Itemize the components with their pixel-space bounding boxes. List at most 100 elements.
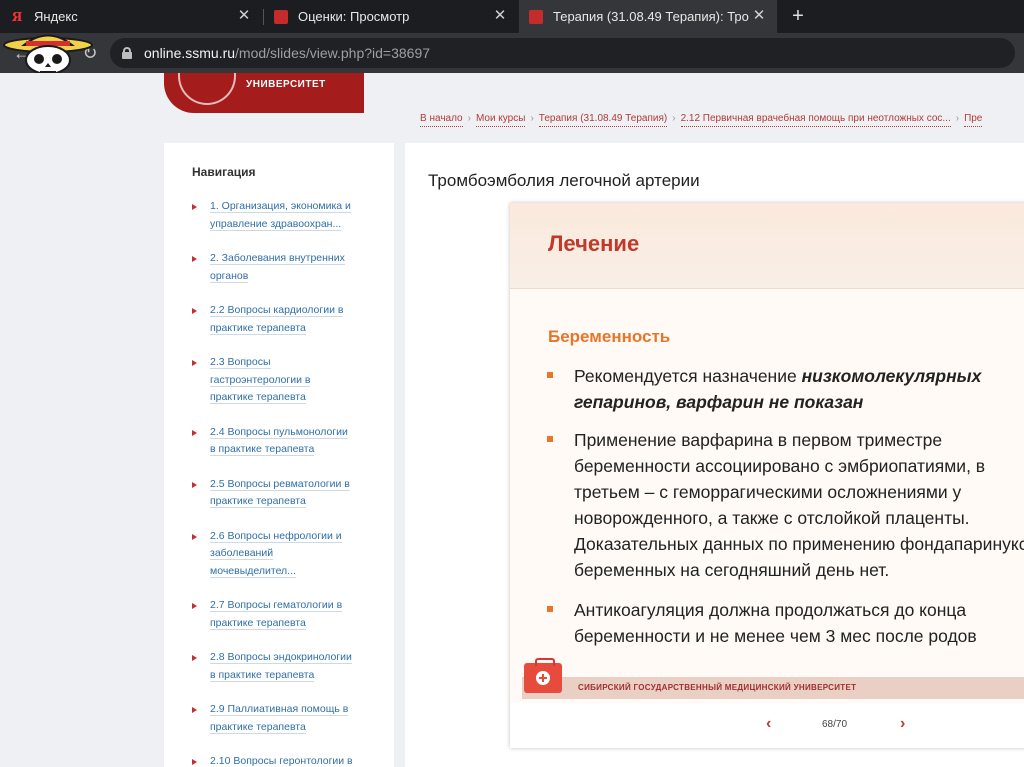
arrow-right-icon — [192, 759, 197, 765]
sidebar-item[interactable]: 2.8 Вопросы эндокринологии в практике тер… — [192, 649, 372, 684]
sidebar-item[interactable]: 2.10 Вопросы геронтологии в — [192, 753, 372, 767]
breadcrumb: В начало › Мои курсы › Терапия (31.08.49… — [420, 113, 1024, 127]
sidebar-item[interactable]: 2. Заболевания внутренних органов — [192, 250, 372, 285]
breadcrumb-separator: › — [672, 113, 676, 124]
sidebar-item-label: в практике терапевта — [210, 443, 315, 456]
slide-subtitle: Беременность — [548, 327, 671, 346]
close-icon[interactable]: ✕ — [751, 8, 767, 24]
slide-bullet: Применение варфарина в первом триместре б… — [547, 427, 1024, 583]
slide-bullet: Рекомендуется назначение низкомолекулярн… — [547, 363, 1024, 415]
arrow-right-icon — [192, 481, 197, 488]
url-input[interactable]: online.ssmu.ru/mod/slides/view.php?id=38… — [110, 38, 1015, 68]
arrow-right-icon — [192, 707, 197, 713]
sidebar-item-label: мочевыделител... — [210, 564, 296, 578]
arrow-right-icon — [192, 429, 197, 436]
tab-therapy[interactable]: Терапия (31.08.49 Терапия): Тро ✕ — [519, 0, 777, 33]
navigation-block: Навигация 1. Организация, экономика и упр… — [164, 143, 394, 767]
arrow-right-icon — [192, 204, 197, 210]
breadcrumb-separator: › — [955, 113, 960, 124]
next-slide-button[interactable]: › — [900, 715, 905, 733]
sidebar-item[interactable]: 1. Организация, экономика и управление зд… — [192, 198, 372, 233]
bullet-line: беременности и не менее чем 3 мес после … — [574, 626, 977, 646]
university-crest-icon — [274, 9, 288, 24]
sidebar-item-label: практике терапевта — [210, 720, 306, 734]
close-icon[interactable]: ✕ — [492, 8, 508, 24]
close-icon[interactable]: ✕ — [236, 8, 252, 24]
breadcrumb-current[interactable]: Пре — [964, 113, 983, 127]
sidebar-item[interactable]: 2.7 Вопросы гематологии в практике терапе… — [192, 597, 372, 632]
university-emblem-icon — [178, 73, 236, 105]
slide-page-number: 68/70 — [822, 719, 848, 730]
bullet-line: новорожденного, а также с отслойкой плац… — [574, 508, 970, 528]
sidebar-item-label: 2.8 Вопросы эндокринологии — [210, 651, 352, 664]
arrow-right-icon — [192, 308, 197, 314]
sidebar-item-label: 2.6 Вопросы нефрологии и — [210, 529, 342, 543]
bullet-line: третьем – с геморрагическими осложнениям… — [574, 482, 962, 502]
sidebar-item[interactable]: 2.5 Вопросы ревматологии в практике терап… — [192, 476, 372, 511]
sidebar-item-label: в практике терапевта — [210, 668, 315, 682]
sidebar-item-label: 2.10 Вопросы геронтологии в — [210, 755, 353, 767]
bullet-marker — [547, 436, 553, 442]
previous-slide-button[interactable]: ‹ — [766, 715, 771, 733]
bullet-line: беременности ассоциировано с эмбриопатия… — [574, 456, 986, 476]
slide-title: Лечение — [548, 231, 640, 256]
university-crest-icon — [529, 9, 543, 24]
sidebar-item-label: 1. Организация, экономика и — [210, 200, 351, 213]
breadcrumb-separator: › — [530, 113, 534, 124]
sidebar-item[interactable]: 2.2 Вопросы кардиологии в практике терапе… — [192, 302, 372, 337]
tab-title: Терапия (31.08.49 Терапия): Тро — [553, 9, 749, 24]
arrow-right-icon — [192, 655, 197, 661]
sidebar-item-label: 2.4 Вопросы пульмонологии — [210, 425, 348, 439]
breadcrumb-section[interactable]: 2.12 Первичная врачебная помощь при неот… — [680, 113, 951, 127]
sidebar-item-label: органов — [210, 269, 249, 283]
sidebar-item[interactable]: 2.4 Вопросы пульмонологии в практике тера… — [192, 424, 372, 459]
sidebar-item-label: практике терапевта — [210, 495, 306, 508]
page-title: Тромбоэмболия легочной артерии — [428, 171, 700, 190]
tab-title: Яндекс — [34, 9, 78, 24]
sidebar-item-label: практике терапевта — [210, 321, 306, 335]
slide-viewer: Лечение Беременность Рекомендуется назна… — [510, 203, 1024, 748]
page: УНИВЕРСИТЕТ В начало › Мои курсы › Терап… — [0, 73, 1024, 767]
university-name: УНИВЕРСИТЕТ — [246, 79, 326, 90]
slide-header: Лечение — [510, 203, 1024, 289]
sidebar-item[interactable]: 2.3 Вопросы гастроэнтерологии в практике т… — [192, 354, 372, 407]
main-content: Тромбоэмболия легочной артерии Лечение Б… — [405, 143, 1024, 767]
bullet-line: Применение варфарина в первом триместре — [574, 430, 943, 450]
sidebar-item[interactable]: 2.6 Вопросы нефрологии и заболеваний мочев… — [192, 528, 372, 581]
bullet-line: Рекомендуется назначение низкомолекулярн… — [574, 366, 982, 386]
sidebar-item-label: управление здравоохран... — [210, 217, 342, 231]
navigation-list: 1. Организация, экономика и управление зд… — [192, 198, 372, 767]
tab-yandex[interactable]: Я Яндекс ✕ — [0, 0, 262, 33]
sidebar-item-label: гастроэнтерологии в — [210, 373, 311, 387]
tab-title: Оценки: Просмотр — [298, 9, 410, 24]
sidebar-item-label: 2. Заболевания внутренних — [210, 252, 345, 265]
first-aid-kit-icon — [524, 658, 562, 693]
sidebar-item-label: 2.3 Вопросы — [210, 356, 271, 369]
university-logo[interactable]: УНИВЕРСИТЕТ — [164, 73, 364, 113]
arrow-right-icon — [192, 256, 197, 262]
sidebar-item-label: 2.9 Паллиативная помощь в — [210, 703, 349, 716]
sidebar-item-label: заболеваний — [210, 547, 274, 560]
new-tab-button[interactable]: + — [786, 4, 810, 28]
breadcrumb-course[interactable]: Терапия (31.08.49 Терапия) — [538, 113, 668, 127]
address-bar: ← → ↻ online.ssmu.ru/mod/slides/view.php… — [0, 33, 1024, 73]
bullet-line: беременных на сегодняшний день нет. — [574, 560, 890, 580]
bullet-marker — [547, 372, 553, 378]
slide-pager: ‹ 68/70 › — [510, 703, 1024, 748]
tab-grades[interactable]: Оценки: Просмотр ✕ — [264, 0, 518, 33]
sidebar-item[interactable]: 2.9 Паллиативная помощь в практике терапе… — [192, 701, 372, 736]
skull-straw-hat-icon — [3, 34, 93, 75]
arrow-right-icon — [192, 603, 197, 609]
yandex-icon: Я — [11, 9, 23, 24]
bullet-line: Антикоагуляция должна продолжаться до ко… — [574, 600, 967, 620]
arrow-right-icon — [192, 360, 197, 366]
slide-footer-text: СИБИРСКИЙ ГОСУДАРСТВЕННЫЙ МЕДИЦИНСКИЙ УН… — [578, 683, 857, 692]
url-text: online.ssmu.ru/mod/slides/view.php?id=38… — [144, 45, 431, 61]
bullet-marker — [547, 606, 553, 612]
arrow-right-icon — [192, 533, 197, 540]
breadcrumb-home[interactable]: В начало — [420, 113, 463, 127]
breadcrumb-separator: › — [467, 113, 471, 124]
breadcrumb-my-courses[interactable]: Мои курсы — [475, 113, 526, 127]
sidebar-item-label: 2.7 Вопросы гематологии в — [210, 599, 343, 612]
navigation-title: Навигация — [192, 165, 256, 179]
